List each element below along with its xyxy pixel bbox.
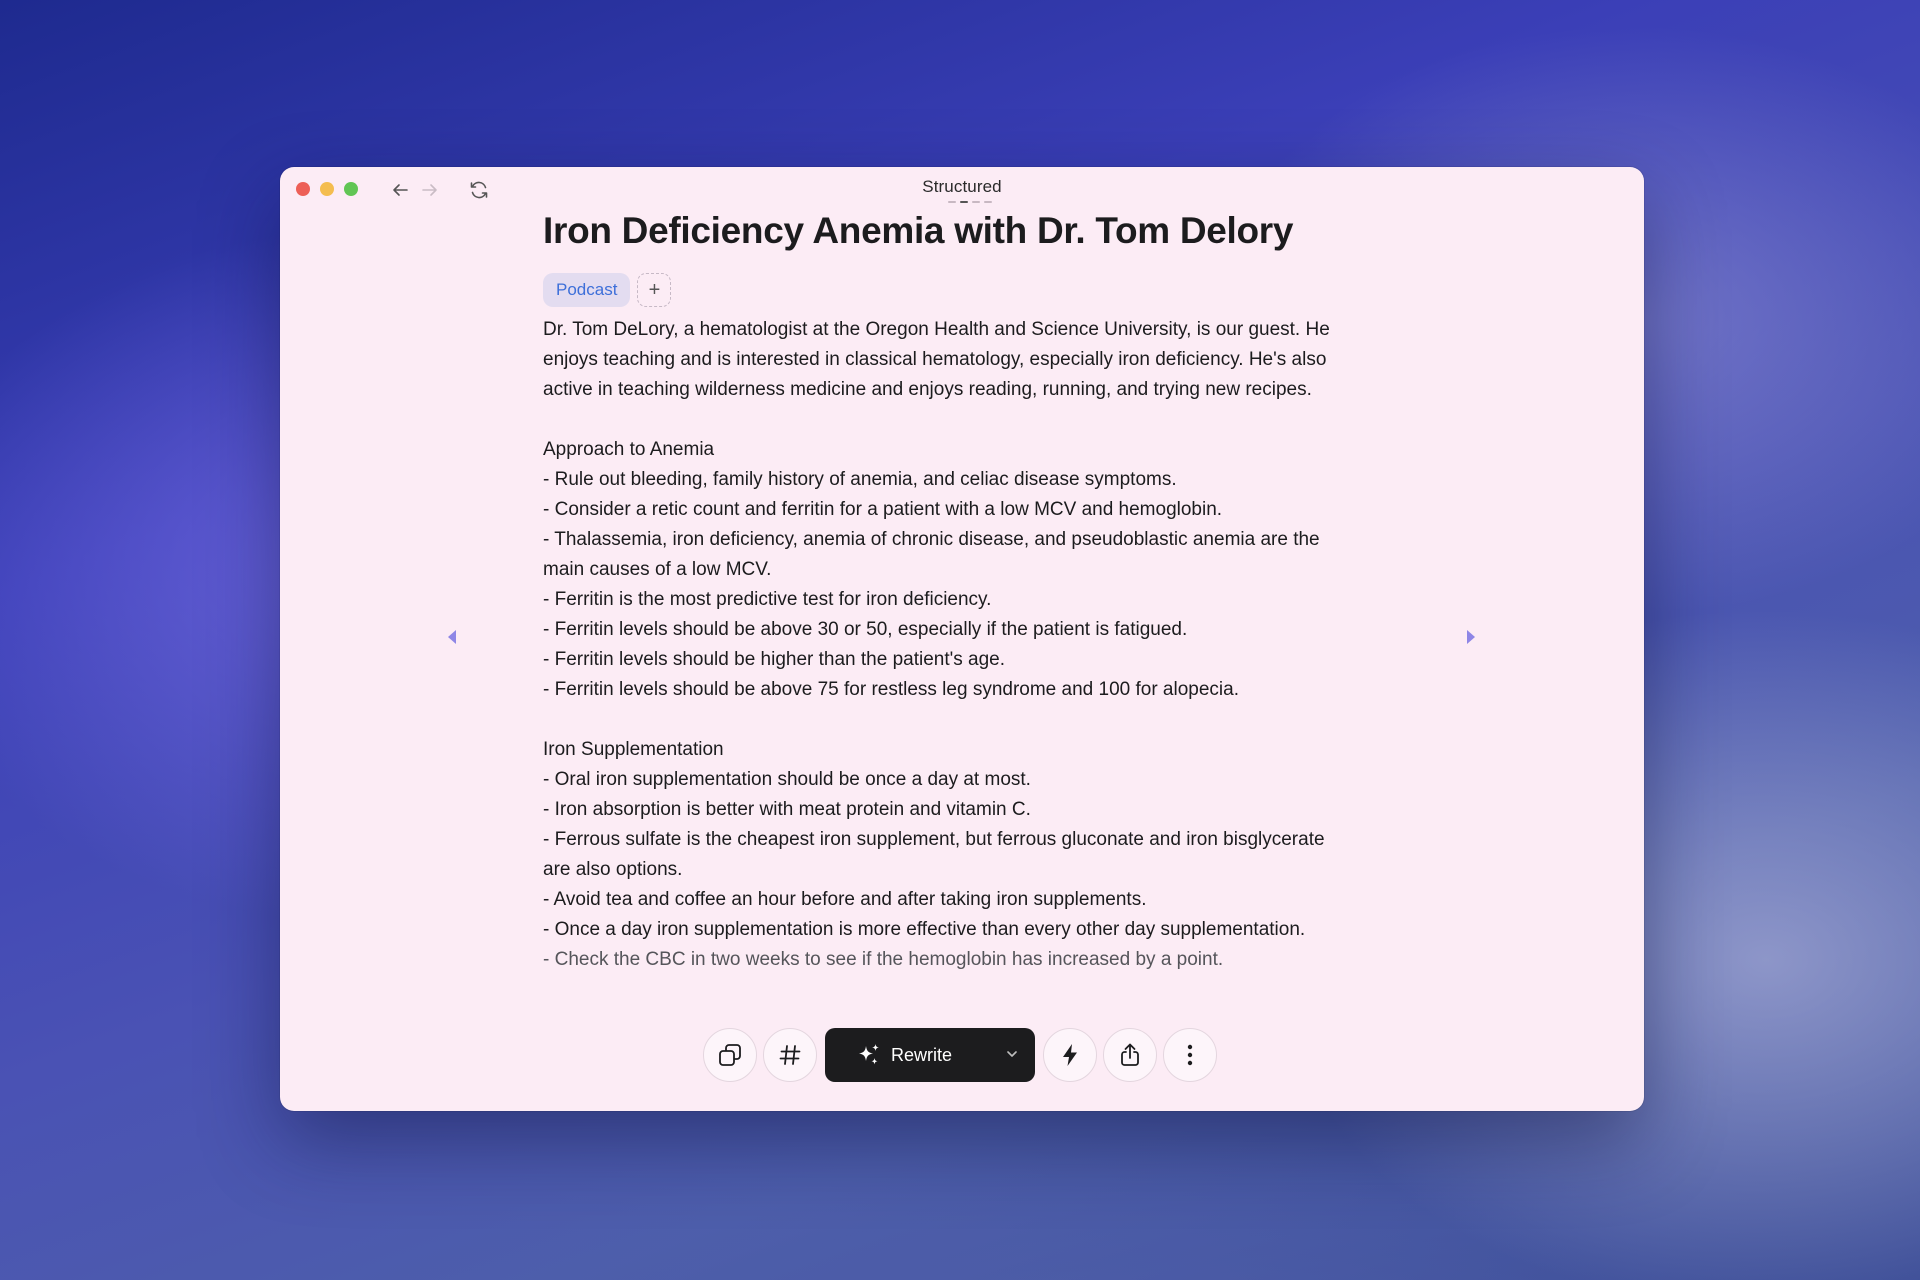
previous-note-button[interactable]	[441, 625, 463, 649]
bullet-line: are also options.	[543, 859, 683, 880]
more-vertical-icon	[1187, 1044, 1193, 1066]
section-heading: Iron Supplementation	[543, 739, 724, 760]
bullet-line: - Iron absorption is better with meat pr…	[543, 799, 1031, 820]
intro-line: enjoys teaching and is interested in cla…	[543, 349, 1327, 370]
bullet-line: - Ferritin levels should be above 75 for…	[543, 679, 1239, 700]
tag-list: Podcast +	[543, 273, 1393, 307]
duplicate-button[interactable]	[703, 1028, 757, 1082]
chevron-down-icon[interactable]	[1005, 1047, 1019, 1061]
bullet-line: - Thalassemia, iron deficiency, anemia o…	[543, 529, 1320, 550]
rewrite-label: Rewrite	[891, 1044, 953, 1065]
view-dot-active	[960, 201, 968, 203]
more-button[interactable]	[1163, 1028, 1217, 1082]
app-window: Structured Iron Deficiency Anemia with D…	[280, 167, 1644, 1111]
lightning-icon	[1063, 1044, 1077, 1066]
bullet-line: - Oral iron supplementation should be on…	[543, 769, 1031, 790]
bullet-line: - Once a day iron supplementation is mor…	[543, 919, 1306, 940]
share-button[interactable]	[1103, 1028, 1157, 1082]
bullet-line: - Check the CBC in two weeks to see if t…	[543, 949, 1224, 970]
view-dot	[984, 201, 992, 203]
view-dot	[948, 201, 956, 203]
window-title: Structured	[922, 177, 1002, 196]
bullet-line: - Consider a retic count and ferritin fo…	[543, 499, 1223, 520]
view-dot	[972, 201, 980, 203]
bullet-line: - Ferritin is the most predictive test f…	[543, 589, 992, 610]
note-body[interactable]: Dr. Tom DeLory, a hematologist at the Or…	[543, 315, 1393, 975]
bullet-line: - Ferrous sulfate is the cheapest iron s…	[543, 829, 1325, 850]
view-indicator	[948, 201, 992, 203]
actions-button[interactable]	[1043, 1028, 1097, 1082]
note-content: Iron Deficiency Anemia with Dr. Tom Delo…	[543, 207, 1393, 975]
title-bar: Structured	[280, 167, 1644, 211]
note-title[interactable]: Iron Deficiency Anemia with Dr. Tom Delo…	[543, 207, 1393, 255]
hashtag-icon	[779, 1045, 801, 1065]
bullet-line: - Ferritin levels should be higher than …	[543, 649, 1006, 670]
bullet-line: - Rule out bleeding, family history of a…	[543, 469, 1177, 490]
intro-line: Dr. Tom DeLory, a hematologist at the Or…	[543, 319, 1330, 340]
share-icon	[1121, 1043, 1139, 1066]
sparkles-icon	[859, 1044, 879, 1065]
next-note-button[interactable]	[1460, 625, 1482, 649]
tags-button[interactable]	[763, 1028, 817, 1082]
section-heading: Approach to Anemia	[543, 439, 715, 460]
tag-podcast[interactable]: Podcast	[543, 273, 631, 307]
duplicate-icon	[719, 1044, 741, 1066]
add-tag-button[interactable]: +	[637, 273, 672, 307]
intro-line: active in teaching wilderness medicine a…	[543, 379, 1312, 400]
bullet-line: - Ferritin levels should be above 30 or …	[543, 619, 1188, 640]
triangle-right-icon	[1467, 630, 1475, 644]
triangle-left-icon	[448, 630, 456, 644]
bottom-toolbar: Rewrite	[703, 1027, 1217, 1083]
bullet-line: main causes of a low MCV.	[543, 559, 772, 580]
bullet-line: - Avoid tea and coffee an hour before an…	[543, 889, 1147, 910]
rewrite-button[interactable]: Rewrite	[825, 1028, 1035, 1082]
